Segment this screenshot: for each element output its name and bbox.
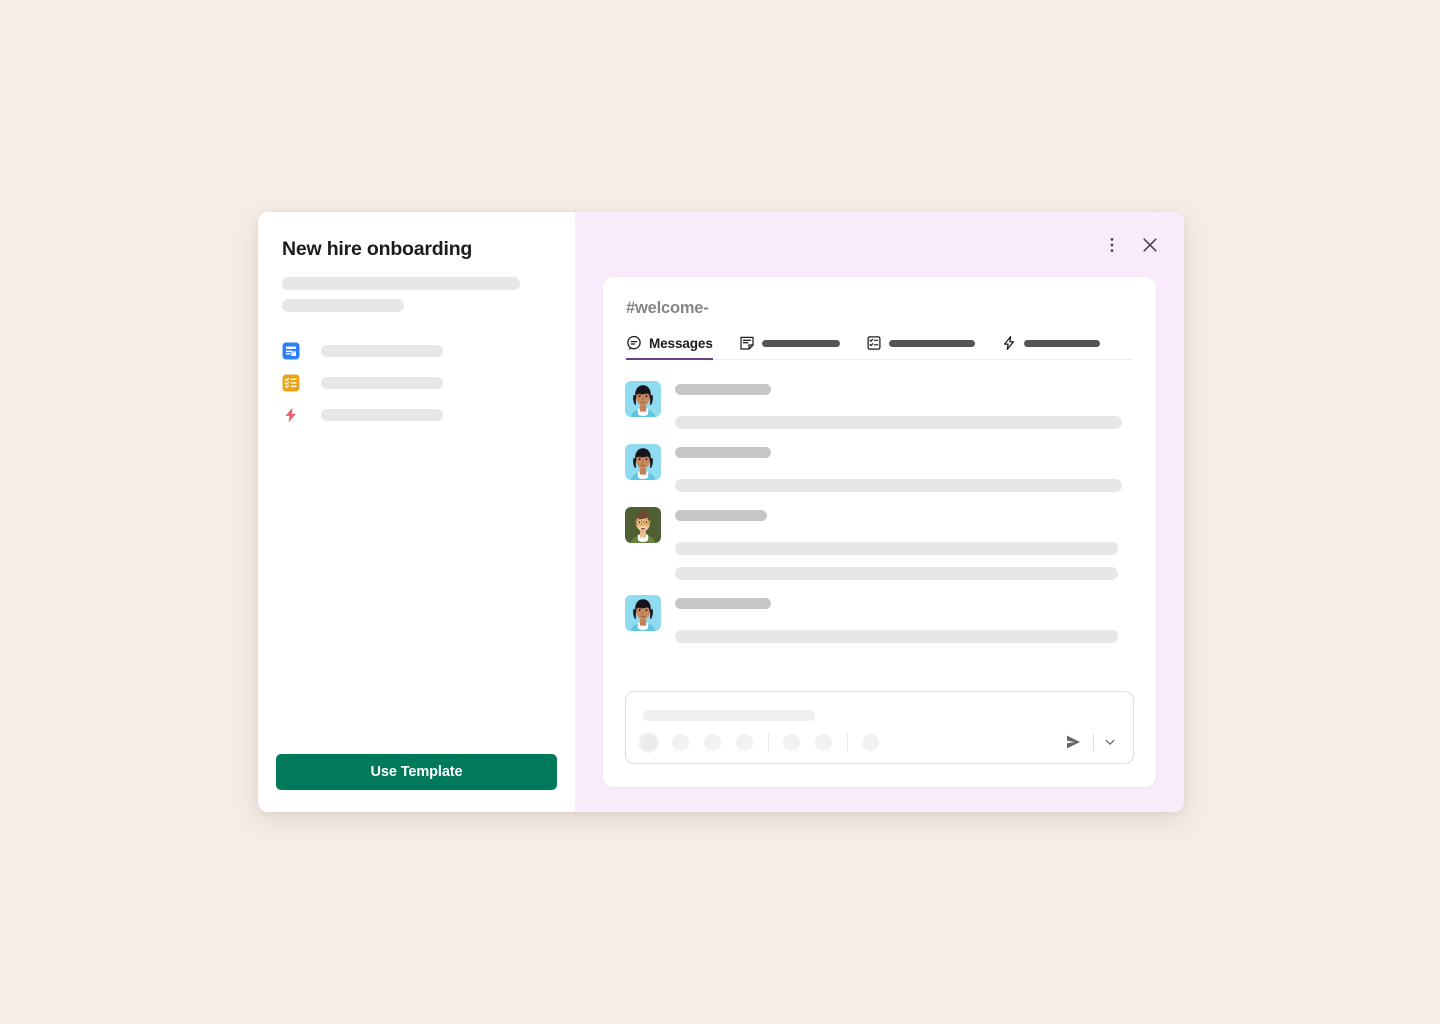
checklist-icon — [282, 374, 300, 392]
description-line-1 — [282, 277, 520, 291]
chevron-down-icon[interactable] — [1101, 731, 1119, 753]
composer-tool-icon[interactable] — [704, 733, 721, 751]
channel-header: #welcome- Messages — [603, 277, 1156, 360]
message-content — [675, 381, 1134, 429]
channel-tabs: Messages — [626, 335, 1133, 360]
tab-label-placeholder — [1023, 339, 1100, 347]
composer-divider — [1093, 733, 1094, 751]
composer-placeholder — [643, 710, 815, 721]
more-options-icon[interactable] — [1100, 233, 1124, 257]
tab-label-placeholder — [761, 339, 840, 347]
window-controls — [1100, 233, 1162, 257]
workflow-bolt-icon — [282, 406, 300, 424]
feature-label-placeholder — [321, 409, 443, 422]
composer-tool-icon[interactable] — [640, 733, 657, 751]
message-author-placeholder — [675, 510, 767, 521]
message-author-placeholder — [675, 384, 771, 395]
avatar — [625, 595, 661, 631]
list-item — [282, 335, 551, 367]
list-item — [282, 367, 551, 399]
message-content — [675, 595, 1134, 643]
tab-label-placeholder — [888, 339, 975, 347]
tab-list[interactable] — [866, 335, 975, 359]
feature-list — [282, 335, 551, 431]
template-details-panel: New hire onboarding Use Template — [258, 212, 575, 812]
feature-label-placeholder — [321, 345, 443, 358]
composer-box[interactable] — [625, 691, 1134, 764]
list-outline-icon — [866, 335, 882, 351]
channel-preview-card: #welcome- Messages — [603, 277, 1156, 787]
avatar — [625, 381, 661, 417]
message-list — [603, 360, 1156, 685]
canvas-outline-icon — [739, 335, 755, 351]
message-author-placeholder — [675, 447, 771, 458]
bolt-outline-icon — [1001, 335, 1017, 351]
avatar — [625, 444, 661, 480]
tab-messages-label: Messages — [649, 335, 713, 351]
close-icon[interactable] — [1138, 233, 1162, 257]
toolbar-divider — [847, 733, 848, 751]
feature-label-placeholder — [321, 377, 443, 390]
template-preview-modal: New hire onboarding Use Template #welcom… — [258, 212, 1184, 812]
avatar — [625, 507, 661, 543]
composer-tool-icon[interactable] — [672, 733, 689, 751]
message-row — [625, 381, 1134, 429]
send-arrow-icon[interactable] — [1060, 731, 1086, 753]
composer-tool-icon[interactable] — [815, 733, 832, 751]
message-author-placeholder — [675, 598, 771, 609]
composer-tool-icon[interactable] — [736, 733, 753, 751]
canvas-icon — [282, 342, 300, 360]
composer-tool-icon[interactable] — [783, 733, 800, 751]
message-text-placeholder — [675, 542, 1118, 555]
messages-icon — [626, 335, 642, 351]
message-composer — [603, 685, 1156, 787]
tab-messages[interactable]: Messages — [626, 335, 713, 360]
message-text-placeholder — [675, 416, 1122, 429]
message-row — [625, 507, 1134, 580]
message-text-placeholder — [675, 630, 1118, 643]
channel-name: #welcome- — [626, 299, 709, 317]
description-line-2 — [282, 299, 404, 313]
use-template-button[interactable]: Use Template — [276, 754, 557, 790]
message-content — [675, 507, 1134, 580]
page-title: New hire onboarding — [282, 238, 473, 260]
toolbar-divider — [768, 733, 769, 751]
composer-toolbar — [640, 733, 894, 751]
list-item — [282, 399, 551, 431]
message-row — [625, 595, 1134, 643]
composer-actions — [1060, 731, 1119, 753]
message-text-placeholder — [675, 567, 1118, 580]
message-content — [675, 444, 1134, 492]
message-row — [625, 444, 1134, 492]
composer-tool-icon[interactable] — [862, 733, 879, 751]
tab-workflows[interactable] — [1001, 335, 1100, 359]
tab-canvas[interactable] — [739, 335, 840, 359]
template-preview-panel: #welcome- Messages — [575, 212, 1184, 812]
message-text-placeholder — [675, 479, 1122, 492]
